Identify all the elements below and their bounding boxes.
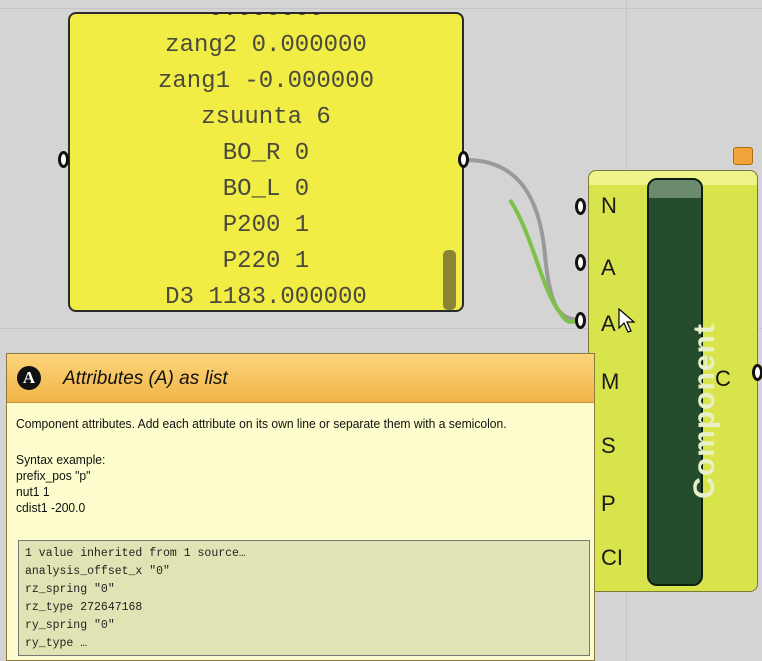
- panel-scrollbar[interactable]: [443, 250, 456, 310]
- panel-line: zang1 -0.000000: [157, 68, 375, 95]
- tooltip: A Attributes (A) as list Component attri…: [6, 353, 595, 661]
- component[interactable]: N A A M S P CI Component C: [588, 170, 758, 592]
- value-line: ry_spring "0": [25, 619, 115, 632]
- tooltip-title: Attributes (A) as list: [63, 368, 228, 389]
- panel-line: BO_L 0: [222, 176, 310, 203]
- tooltip-description: Component attributes. Add each attribute…: [16, 416, 507, 431]
- syntax-line: prefix_pos "p": [16, 468, 91, 483]
- component-name: Component: [688, 323, 721, 499]
- panel-line: zang2 0.000000: [165, 32, 367, 59]
- input-grip-icon[interactable]: [575, 198, 586, 215]
- input-param-a[interactable]: A: [601, 255, 641, 281]
- panel-line: 0.000000: [70, 14, 462, 28]
- value-line: ry_type …: [25, 637, 88, 650]
- input-param-m[interactable]: M: [601, 369, 641, 395]
- output-grip-icon[interactable]: [458, 151, 469, 168]
- input-param-p[interactable]: P: [601, 491, 641, 517]
- syntax-line: nut1 1: [16, 484, 50, 499]
- panel-content: 0.000000 zang2 0.000000 zang1 -0.000000 …: [70, 14, 462, 311]
- output-param-c[interactable]: C: [715, 366, 731, 392]
- panel-line: zsuunta 6: [201, 104, 331, 131]
- input-grip-icon[interactable]: [58, 151, 69, 168]
- component-bar-highlight: [649, 180, 701, 198]
- tooltip-header: A Attributes (A) as list: [7, 354, 594, 403]
- tooltip-value-box: 1 value inherited from 1 source… analysi…: [18, 540, 590, 656]
- syntax-line: cdist1 -200.0: [16, 500, 86, 515]
- flag-icon: [733, 147, 753, 165]
- panel-line: P220 1: [222, 248, 310, 275]
- input-param-ci[interactable]: CI: [601, 545, 641, 571]
- input-grip-icon[interactable]: [575, 312, 586, 329]
- panel-line: P200 1: [222, 212, 310, 239]
- wire: [465, 158, 583, 322]
- panel-line: BO_R 0: [222, 140, 310, 167]
- attribute-badge-icon: A: [17, 366, 41, 390]
- panel[interactable]: 0.000000 zang2 0.000000 zang1 -0.000000 …: [68, 12, 464, 312]
- tooltip-syntax: Syntax example: prefix_pos "p" nut1 1 cd…: [16, 452, 112, 516]
- syntax-line: Syntax example:: [16, 452, 106, 467]
- output-grip-icon[interactable]: [752, 364, 762, 381]
- value-line: analysis_offset_x "0": [25, 565, 170, 578]
- input-param-s[interactable]: S: [601, 433, 641, 459]
- panel-line: D3 1183.000000: [165, 284, 367, 311]
- cursor-icon: [618, 308, 636, 333]
- input-grip-icon[interactable]: [575, 254, 586, 271]
- input-param-n[interactable]: N: [601, 193, 641, 219]
- value-line: rz_spring "0": [25, 583, 115, 596]
- value-line: rz_type 272647168: [25, 601, 143, 614]
- value-line: 1 value inherited from 1 source…: [25, 547, 246, 560]
